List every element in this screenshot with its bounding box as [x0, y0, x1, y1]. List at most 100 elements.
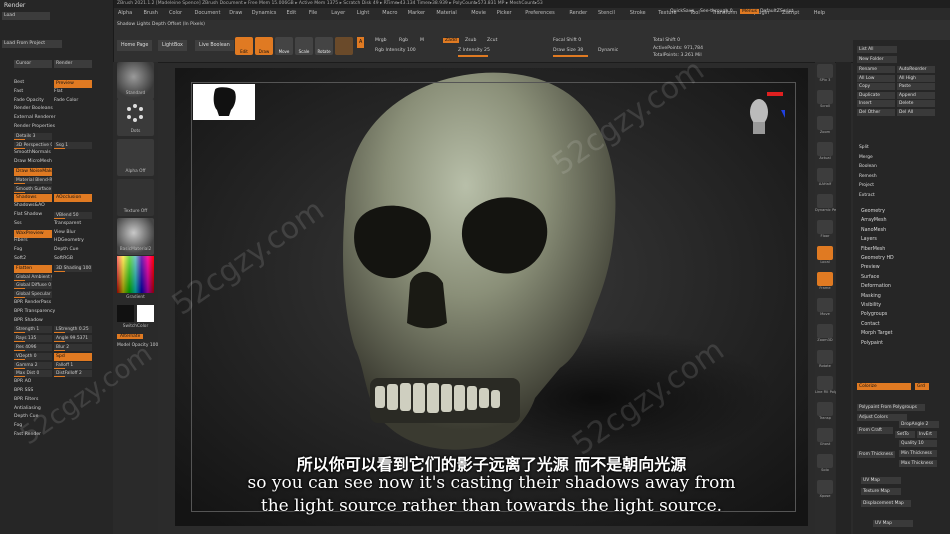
section-visibility[interactable]: Visibility [861, 303, 881, 308]
render-item-6[interactable]: Render Booleans [14, 106, 94, 111]
tool-grd[interactable]: Grd [915, 383, 929, 390]
strip-icon-solo[interactable]: Solo [817, 454, 833, 472]
tab-cursor[interactable]: Cursor [14, 60, 52, 68]
render-item-33[interactable]: 3D Shading 100 [54, 264, 92, 272]
m-button[interactable]: M [420, 38, 424, 43]
render-item-5[interactable]: Fade Color [54, 98, 92, 103]
strip-icon-aahalf[interactable]: AAHalf [817, 168, 833, 186]
zcut-button[interactable]: Zcut [487, 38, 497, 43]
zsub-button[interactable]: Zsub [465, 38, 476, 43]
render-item-17[interactable]: Shadows [14, 194, 52, 203]
section-masking[interactable]: Masking [861, 294, 881, 299]
scale-button[interactable]: Scale [295, 37, 313, 55]
menu-item-preferences[interactable]: Preferences [525, 10, 554, 16]
render-item-3[interactable]: Flat [54, 89, 92, 94]
render-item-29[interactable]: Depth Cue [54, 247, 92, 252]
tool-from-craft[interactable]: From Craft [857, 427, 893, 434]
strip-icon-zoom[interactable]: Zoom [817, 116, 833, 134]
render-item-10[interactable]: 3D Perspective 0 [14, 141, 52, 149]
render-item-1[interactable]: Preview [54, 80, 92, 88]
main-color-swatch[interactable] [117, 305, 134, 322]
menu-item-alpha[interactable]: Alpha [118, 10, 132, 16]
render-item-19[interactable]: Shadows&AO [14, 203, 94, 208]
tool-button-insert[interactable]: Insert [857, 100, 895, 107]
render-item-43[interactable]: Angle 99.5371 [54, 335, 92, 343]
edit-button[interactable]: Edit [235, 37, 253, 55]
tool-button-duplicate[interactable]: Duplicate [857, 91, 895, 99]
menus-button[interactable]: Menus [740, 9, 760, 14]
strip-icon-scroll[interactable]: Scroll [817, 90, 833, 108]
render-item-51[interactable]: Max Dist 0 [14, 370, 52, 378]
menu-item-stencil[interactable]: Stencil [598, 10, 615, 16]
menu-item-movie[interactable]: Movie [471, 10, 486, 16]
tool-button-extract[interactable]: Extract [857, 192, 897, 199]
lightbox-button[interactable]: LightBox [158, 40, 187, 51]
menu-item-draw[interactable]: Draw [229, 10, 242, 16]
menu-item-layer[interactable]: Layer [331, 10, 345, 16]
render-item-13[interactable]: Draw MicroMesh [14, 159, 94, 164]
render-item-37[interactable]: BPR RenderPass [14, 300, 94, 305]
section-fibermesh[interactable]: FiberMesh [861, 247, 885, 252]
render-item-49[interactable]: Gamma 2 [14, 361, 52, 369]
menu-item-material[interactable]: Material [436, 10, 456, 16]
section-geometry-hd[interactable]: Geometry HD [861, 256, 894, 261]
strip-icon-rotate[interactable]: Rotate [817, 350, 833, 368]
menu-item-file[interactable]: File [309, 10, 317, 16]
section-polypaint[interactable]: Polypaint [861, 341, 883, 346]
tool-colorize[interactable]: Colorize [857, 383, 911, 390]
section-preview[interactable]: Preview [861, 265, 880, 270]
see-through-slider[interactable]: See-through 0 [700, 9, 733, 14]
strip-icon-frame[interactable]: Frame [817, 272, 833, 290]
live-boolean-button[interactable]: Live Boolean [195, 40, 234, 51]
render-item-42[interactable]: Rays 135 [14, 335, 52, 343]
menu-item-dynamics[interactable]: Dynamics [252, 10, 277, 16]
strip-icon-transp[interactable]: Transp [817, 402, 833, 420]
tool-min-thickness[interactable]: Min Thickness [899, 450, 937, 457]
menu-item-edit[interactable]: Edit [287, 10, 297, 16]
top-button-load[interactable]: Load [2, 12, 50, 20]
tool-max-thickness[interactable]: Max Thickness [899, 460, 937, 467]
draw-button[interactable]: Draw [255, 37, 273, 55]
move-button[interactable]: Move [275, 37, 293, 55]
section-arraymesh[interactable]: ArrayMesh [861, 218, 887, 223]
strip-icon-zoom3d[interactable]: Zoom3D [817, 324, 833, 342]
tool-from-thickness[interactable]: From Thickness [857, 451, 895, 458]
render-item-16[interactable]: Smooth Surface Edges 0 [14, 185, 52, 193]
z-intensity-slider[interactable]: Z Intensity 25 [458, 48, 490, 53]
render-item-9[interactable]: Details 3 [14, 132, 52, 140]
zadd-button[interactable]: Zadd [443, 38, 459, 43]
tool-invert[interactable]: InvErt [917, 431, 937, 438]
render-item-31[interactable]: SoftRGB [54, 256, 92, 261]
render-item-12[interactable]: SmoothNormals [14, 150, 94, 155]
total-shift-slider[interactable]: Total Shift 0 [653, 38, 680, 43]
tool-button-all-low[interactable]: All Low [857, 74, 895, 82]
tool-quality[interactable]: Quality 10 [899, 440, 937, 447]
render-item-18[interactable]: AOcclusion [54, 194, 92, 203]
menu-item-light[interactable]: Light [357, 10, 369, 16]
tool-button-new-folder[interactable]: New Folder [857, 56, 897, 63]
load-from-project-button[interactable]: Load From Project [2, 40, 62, 48]
strip-icon-spix-3[interactable]: SPix 3 [817, 64, 833, 82]
render-item-35[interactable]: Global Diffuse 0 [14, 282, 52, 290]
orientation-head-gizmo[interactable] [745, 92, 791, 142]
tool-set-to[interactable]: SetTo [895, 431, 915, 438]
section-geometry[interactable]: Geometry [861, 209, 885, 214]
render-item-21[interactable]: VBlend 50 [54, 212, 92, 219]
strip-icon-dynamic-persp[interactable]: Dynamic Persp [815, 194, 842, 212]
secondary-color-swatch[interactable] [137, 305, 154, 322]
tool-button-rename[interactable]: Rename [857, 66, 895, 73]
render-item-23[interactable]: Transparent [54, 221, 92, 226]
menu-item-color[interactable]: Color [169, 10, 182, 16]
render-item-41[interactable]: LStrength 0.25 [54, 326, 92, 334]
tool-button-autoreorder[interactable]: AutoReorder [897, 66, 935, 73]
render-item-38[interactable]: BPR Transparency [14, 309, 94, 314]
section-deformation[interactable]: Deformation [861, 284, 891, 289]
tool-button-paste[interactable]: Paste [897, 83, 935, 90]
tool-displacement-map[interactable]: Displacement Map [861, 500, 911, 507]
menu-item-stroke[interactable]: Stroke [630, 10, 646, 16]
rgb-button[interactable]: Rgb [399, 38, 408, 43]
menu-item-help[interactable]: Help [814, 10, 825, 16]
section-layers[interactable]: Layers [861, 237, 877, 242]
menu-item-macro[interactable]: Macro [382, 10, 397, 16]
switch-color-label[interactable]: SwitchColor [115, 324, 156, 329]
